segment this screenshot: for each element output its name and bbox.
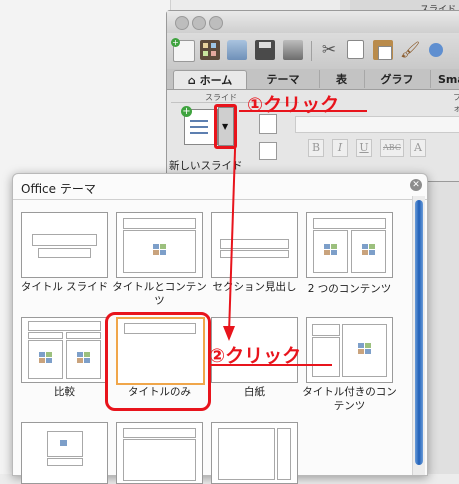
step2-highlight bbox=[105, 312, 211, 411]
annotation-arrow bbox=[223, 119, 237, 341]
arrow-head bbox=[223, 326, 235, 341]
step2-underline bbox=[209, 364, 332, 366]
arrow-line bbox=[228, 119, 237, 334]
